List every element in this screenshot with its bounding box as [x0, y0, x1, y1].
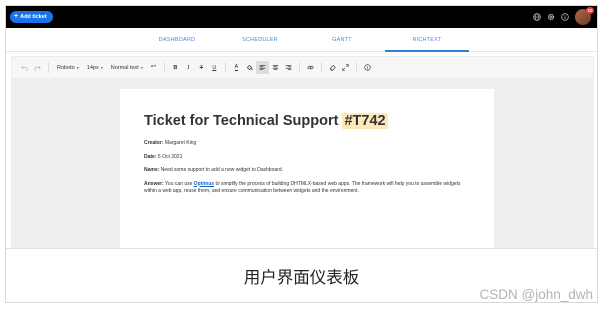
- creator-line: Creator: Margaret King: [144, 140, 470, 148]
- answer-pre: You can use: [165, 180, 193, 187]
- bold-button[interactable]: B: [169, 61, 182, 74]
- fill-color-button[interactable]: [243, 61, 256, 74]
- creator-value: Margaret King: [164, 140, 197, 146]
- font-family-value: Roboto: [57, 64, 75, 71]
- add-ticket-label: Add ticket: [20, 14, 47, 20]
- separator: [224, 62, 226, 73]
- align-right-icon: [285, 65, 292, 70]
- tab-richtext[interactable]: RICHTEXT: [385, 28, 469, 52]
- quote-icon: “”: [150, 64, 157, 71]
- text-color-icon: A: [234, 64, 239, 71]
- answer-label: Answer:: [144, 180, 164, 187]
- font-size-dropdown[interactable]: 14px ▾: [83, 61, 107, 74]
- editor-area: Ticket for Technical Support #T742 Creat…: [11, 79, 594, 248]
- separator: [298, 62, 300, 73]
- gear-icon[interactable]: [547, 13, 555, 21]
- bold-icon: B: [173, 64, 178, 71]
- separator: [320, 62, 322, 73]
- italic-icon: I: [187, 64, 190, 71]
- info-icon: [364, 64, 371, 71]
- info-icon[interactable]: [561, 13, 569, 21]
- optimus-link[interactable]: Optimus: [194, 181, 214, 187]
- paint-bucket-icon: [246, 64, 253, 71]
- align-right-button[interactable]: [282, 61, 295, 74]
- block-type-dropdown[interactable]: Normal text ▾: [107, 61, 147, 74]
- notification-badge: 10: [586, 7, 594, 14]
- strikethrough-button[interactable]: T: [195, 61, 208, 74]
- align-center-button[interactable]: [269, 61, 282, 74]
- answer-post: to simplify the process of building DHTM…: [144, 180, 461, 195]
- name-value: Need some support to add a new widget to…: [160, 167, 283, 173]
- underline-icon: U: [212, 64, 217, 71]
- globe-icon[interactable]: [533, 13, 541, 21]
- tab-gantt[interactable]: GANTT: [311, 28, 373, 52]
- underline-button[interactable]: U: [208, 61, 221, 74]
- avatar[interactable]: 10: [575, 7, 594, 25]
- add-ticket-button[interactable]: + Add ticket: [10, 11, 53, 23]
- italic-button[interactable]: I: [182, 61, 195, 74]
- tab-scheduler[interactable]: SCHEDULER: [229, 28, 291, 52]
- plus-icon: +: [14, 13, 19, 20]
- tab-dashboard[interactable]: DASHBOARD: [146, 28, 208, 52]
- top-bar: + Add ticket 10: [6, 6, 597, 28]
- strikethrough-icon: T: [199, 64, 204, 71]
- top-icons: 10: [533, 7, 594, 26]
- document-page[interactable]: Ticket for Technical Support #T742 Creat…: [120, 89, 494, 248]
- name-line: Name: Need some support to add a new wid…: [144, 167, 470, 175]
- ticket-id-highlight: #T742: [342, 113, 388, 129]
- separator: [163, 62, 165, 73]
- block-type-value: Normal text: [110, 64, 139, 71]
- date-value: 5 Oct 2021: [157, 153, 183, 160]
- tab-bar: DASHBOARD SCHEDULER GANTT RICHTEXT: [6, 28, 597, 52]
- chevron-down-icon: ▾: [76, 65, 79, 70]
- expand-icon: [342, 64, 349, 71]
- about-button[interactable]: [361, 61, 374, 74]
- chevron-down-icon: ▾: [100, 65, 103, 70]
- align-left-button[interactable]: [255, 61, 269, 74]
- separator: [355, 62, 357, 73]
- date-label: Date:: [144, 153, 157, 160]
- font-family-dropdown[interactable]: Roboto ▾: [53, 61, 83, 74]
- eraser-icon: [329, 64, 336, 71]
- clear-format-button[interactable]: [326, 61, 339, 74]
- align-left-icon: [259, 65, 266, 70]
- font-size-value: 14px: [86, 64, 99, 71]
- link-button[interactable]: [304, 61, 317, 74]
- name-label: Name:: [144, 167, 160, 173]
- redo-icon[interactable]: [31, 61, 44, 74]
- title-text: Ticket for Technical Support: [144, 113, 339, 129]
- fullscreen-button[interactable]: [339, 61, 352, 74]
- link-icon: [307, 65, 314, 70]
- chevron-down-icon: ▾: [140, 65, 143, 70]
- date-line: Date: 5 Oct 2021: [144, 154, 470, 162]
- align-center-icon: [272, 65, 279, 70]
- creator-label: Creator:: [144, 140, 164, 146]
- separator: [48, 62, 49, 73]
- richtext-toolbar: Roboto ▾ 14px ▾ Normal text ▾ “” B I T U…: [11, 56, 594, 79]
- quote-button[interactable]: “”: [147, 61, 160, 74]
- document-title: Ticket for Technical Support #T742: [144, 113, 470, 129]
- undo-icon[interactable]: [18, 61, 31, 74]
- answer-line: Answer: You can use Optimus to simplify …: [144, 181, 470, 196]
- app-frame: + Add ticket 10 DASHBOARD SCHEDULER GANT…: [5, 5, 598, 303]
- text-color-button[interactable]: A: [230, 61, 243, 74]
- watermark: CSDN @john_dwh: [479, 287, 593, 302]
